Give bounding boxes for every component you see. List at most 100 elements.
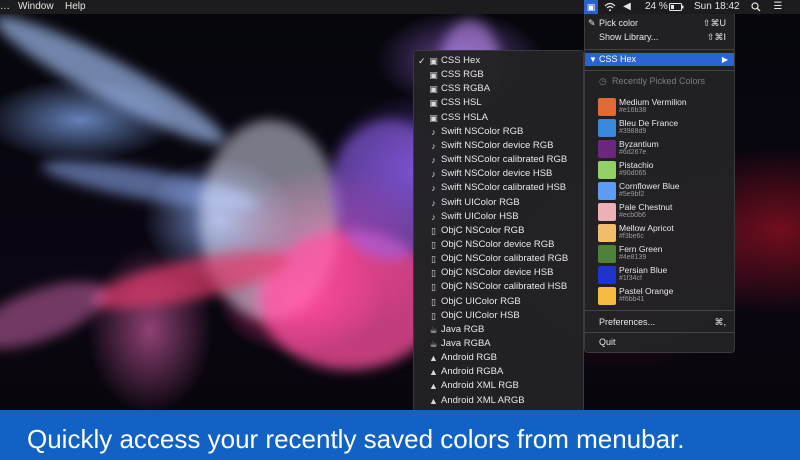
color-picker-menu: ✎ Pick color ⇧⌘U Show Library... ⇧⌘I ▼ C… (584, 14, 735, 353)
format-option-label: ObjC NSColor calibrated RGB (441, 253, 569, 265)
pick-color-item[interactable]: ✎ Pick color ⇧⌘U (585, 17, 734, 30)
format-option-label: Swift NSColor device RGB (441, 139, 554, 151)
color-swatch (598, 119, 616, 137)
objc-icon: ▯ (431, 296, 436, 307)
checkmark-icon: ✓ (418, 56, 426, 66)
format-option-label: ObjC NSColor calibrated HSB (441, 281, 568, 293)
recent-color-item[interactable]: Cornflower Blue #5e9bf2 (598, 181, 728, 202)
html5-icon: ▣ (429, 98, 438, 109)
java-icon: ☕ (429, 339, 438, 349)
menu-divider (585, 49, 734, 50)
format-option-label: ObjC UIColor RGB (441, 295, 521, 307)
show-library-label: Show Library... (599, 32, 659, 42)
format-option[interactable]: ▯ ObjC NSColor device HSB (414, 266, 583, 280)
menu-divider (585, 332, 734, 333)
format-option[interactable]: ▲ Android XML RGB (414, 379, 583, 393)
format-option[interactable]: ♪ Swift UIColor HSB (414, 210, 583, 224)
show-library-item[interactable]: Show Library... ⇧⌘I (585, 31, 734, 44)
menu-window[interactable]: Window (18, 0, 54, 14)
format-option[interactable]: ☕ Java RGB (414, 323, 583, 337)
volume-icon[interactable]: ◀ (621, 0, 633, 14)
objc-icon: ▯ (431, 282, 436, 293)
promo-caption: Quickly access your recently saved color… (27, 424, 685, 454)
format-option[interactable]: ▲ Android RGBA (414, 365, 583, 379)
format-option[interactable]: ▯ ObjC UIColor RGB (414, 295, 583, 309)
objc-icon: ▯ (431, 239, 436, 250)
color-swatch (598, 203, 616, 221)
recent-color-item[interactable]: Fern Green #4e8139 (598, 244, 728, 265)
color-swatch (598, 161, 616, 179)
format-option[interactable]: ♪ Swift NSColor RGB (414, 125, 583, 139)
color-hex: #e16b38 (619, 107, 647, 114)
color-hex: #6d267e (619, 149, 647, 156)
objc-icon: ▯ (431, 254, 436, 265)
recent-color-item[interactable]: Pale Chestnut #ecb0b6 (598, 202, 728, 223)
color-picker-status-icon[interactable]: ▣ (584, 0, 598, 14)
menu-help[interactable]: Help (65, 0, 86, 14)
color-name: Fern Green (619, 244, 663, 254)
swift-icon: ♪ (431, 183, 436, 194)
swift-icon: ♪ (431, 126, 436, 137)
format-option[interactable]: ♪ Swift NSColor device RGB (414, 139, 583, 153)
recent-color-item[interactable]: Pastel Orange #f6bb41 (598, 286, 728, 307)
swift-icon: ♪ (431, 140, 436, 151)
recent-color-item[interactable]: Medium Vermilion #e16b38 (598, 97, 728, 118)
menubar: … Window Help ▣ ◀ 24 % Sun 18:42 ☰ (0, 0, 800, 14)
format-option[interactable]: ✓ ▣ CSS Hex (414, 54, 583, 68)
format-option-label: Java RGBA (441, 338, 491, 349)
format-option[interactable]: ▯ ObjC NSColor device RGB (414, 238, 583, 252)
preferences-item[interactable]: Preferences... ⌘, (585, 316, 734, 329)
objc-icon: ▯ (431, 268, 436, 279)
format-option[interactable]: ▲ Android XML ARGB (414, 394, 583, 408)
format-submenu-item[interactable]: ▼ CSS Hex ▶ (585, 53, 734, 66)
format-option-label: Swift NSColor device HSB (441, 168, 553, 180)
color-swatch (598, 98, 616, 116)
menubar-clock[interactable]: Sun 18:42 (694, 0, 740, 14)
format-option[interactable]: ☕ Java RGBA (414, 337, 583, 351)
recent-color-item[interactable]: Byzantium #6d267e (598, 139, 728, 160)
format-option-label: Android RGBA (441, 366, 504, 378)
spotlight-search-icon[interactable] (750, 0, 762, 17)
format-option[interactable]: ▯ ObjC NSColor calibrated HSB (414, 280, 583, 294)
quit-item[interactable]: Quit (585, 336, 734, 349)
html5-icon: ▣ (429, 70, 438, 81)
format-submenu: ✓ ▣ CSS Hex ▣ CSS RGB ▣ CSS RGBA ▣ CSS HSL ▣ CSS H… (413, 50, 584, 434)
format-option-label: CSS RGBA (441, 83, 491, 95)
format-option-label: Swift NSColor RGB (441, 125, 524, 137)
format-option-label: Android XML RGB (441, 380, 519, 392)
color-swatch (598, 266, 616, 284)
format-option-label: Android RGB (441, 352, 497, 364)
pick-color-label: Pick color (599, 18, 639, 28)
notification-center-icon[interactable]: ☰ (771, 0, 785, 14)
color-hex: #4e8139 (619, 254, 647, 261)
color-name: Medium Vermilion (619, 97, 687, 107)
format-option[interactable]: ▯ ObjC NSColor RGB (414, 224, 583, 238)
format-option[interactable]: ▣ CSS HSLA (414, 111, 583, 125)
format-option[interactable]: ▲ Android RGB (414, 351, 583, 365)
format-option[interactable]: ♪ Swift NSColor device HSB (414, 167, 583, 181)
format-option[interactable]: ▯ ObjC UIColor HSB (414, 309, 583, 323)
recent-color-item[interactable]: Pistachio #90d065 (598, 160, 728, 181)
format-option[interactable]: ▯ ObjC NSColor calibrated RGB (414, 252, 583, 266)
format-option[interactable]: ▣ CSS HSL (414, 96, 583, 110)
battery-percent: 24 % (645, 1, 668, 12)
wallpaper-streak (0, 267, 115, 363)
color-name: Persian Blue (619, 265, 668, 275)
android-icon: ▲ (429, 353, 438, 364)
android-icon: ▲ (429, 381, 438, 392)
android-icon: ▲ (429, 367, 438, 378)
recent-color-item[interactable]: Persian Blue #1f34cf (598, 265, 728, 286)
format-option[interactable]: ♪ Swift NSColor calibrated RGB (414, 153, 583, 167)
color-hex: #f6bb41 (619, 296, 645, 303)
recent-color-item[interactable]: Mellow Apricot #f3be6c (598, 223, 728, 244)
color-swatch (598, 182, 616, 200)
swift-icon: ♪ (431, 169, 436, 180)
format-option[interactable]: ♪ Swift NSColor calibrated HSB (414, 181, 583, 195)
color-swatch (598, 287, 616, 305)
format-option[interactable]: ▣ CSS RGB (414, 68, 583, 82)
format-option[interactable]: ▣ CSS RGBA (414, 82, 583, 96)
format-option[interactable]: ♪ Swift UIColor RGB (414, 196, 583, 210)
color-name: Mellow Apricot (619, 223, 674, 233)
format-option-label: ObjC UIColor HSB (441, 309, 520, 321)
recent-color-item[interactable]: Bleu De France #3988d9 (598, 118, 728, 139)
